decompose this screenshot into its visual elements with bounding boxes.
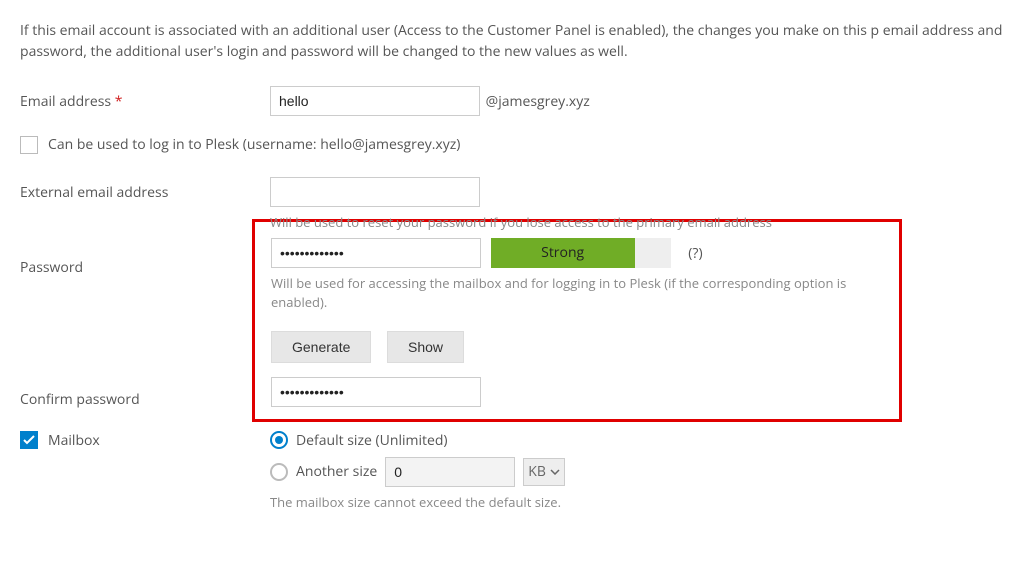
chevron-down-icon xyxy=(550,469,560,475)
password-strength-meter: Strong xyxy=(491,238,671,268)
password-strength-label: Strong xyxy=(491,238,635,268)
intro-text: If this email account is associated with… xyxy=(20,20,1004,62)
size-unit-select[interactable]: KB xyxy=(523,458,565,486)
login-checkbox-label: Can be used to log in to Plesk (username… xyxy=(48,134,460,155)
password-hint: Will be used for accessing the mailbox a… xyxy=(271,274,883,313)
password-input[interactable] xyxy=(271,238,481,268)
external-email-label: External email address xyxy=(20,183,168,202)
external-email-row: External email address Will be used to r… xyxy=(20,177,1004,233)
another-size-label: Another size xyxy=(296,461,377,482)
login-checkbox[interactable] xyxy=(20,136,38,154)
mailbox-label: Mailbox xyxy=(48,430,100,451)
login-checkbox-row: Can be used to log in to Plesk (username… xyxy=(20,134,1004,155)
default-size-radio[interactable] xyxy=(270,431,288,449)
generate-button[interactable]: Generate xyxy=(271,331,371,363)
mailbox-size-hint: The mailbox size cannot exceed the defau… xyxy=(270,493,1004,513)
another-size-radio[interactable] xyxy=(270,463,288,481)
confirm-password-label: Confirm password xyxy=(20,390,140,409)
password-highlight-box: Strong (?) Will be used for accessing th… xyxy=(252,219,902,422)
password-help-icon[interactable]: (?) xyxy=(688,244,702,263)
email-address-row: Email address * @jamesgrey.xyz xyxy=(20,86,1004,116)
show-button[interactable]: Show xyxy=(387,331,464,363)
another-size-input[interactable] xyxy=(385,457,515,487)
password-label: Password xyxy=(20,258,83,277)
confirm-password-input[interactable] xyxy=(271,377,481,407)
size-unit-value: KB xyxy=(528,461,546,482)
required-asterisk: * xyxy=(115,92,123,111)
mailbox-row: Mailbox Default size (Unlimited) Another… xyxy=(20,430,1004,513)
email-label: Email address xyxy=(20,92,111,111)
default-size-label: Default size (Unlimited) xyxy=(296,430,448,451)
external-email-hint: Will be used to reset your password if y… xyxy=(270,213,1004,233)
external-email-input[interactable] xyxy=(270,177,480,207)
email-domain-suffix: @jamesgrey.xyz xyxy=(486,92,590,111)
mailbox-checkbox[interactable] xyxy=(20,431,38,449)
email-input[interactable] xyxy=(270,86,480,116)
